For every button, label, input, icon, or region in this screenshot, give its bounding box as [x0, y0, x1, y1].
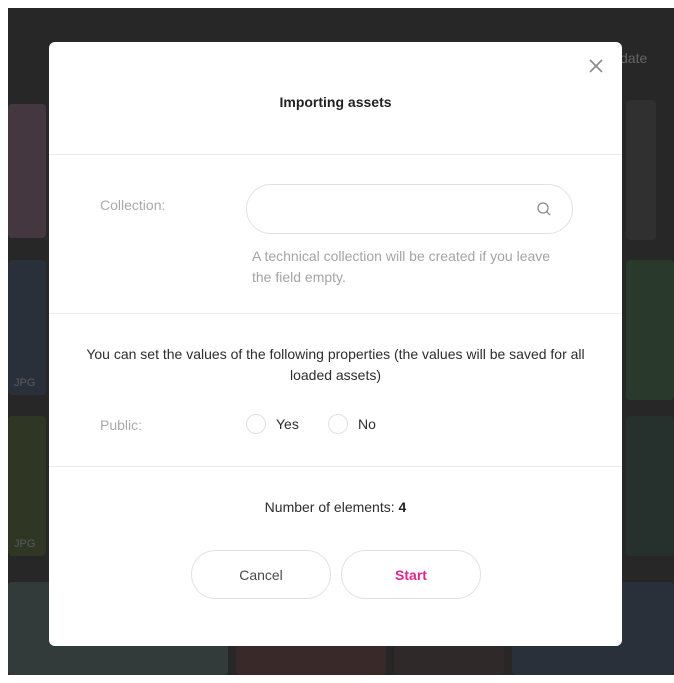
collection-input[interactable] [265, 185, 525, 233]
divider [49, 154, 622, 155]
element-count: Number of elements: 4 [49, 499, 622, 515]
collection-hint: A technical collection will be created i… [252, 248, 551, 285]
close-button[interactable] [586, 56, 606, 76]
public-label: Public: [100, 417, 143, 433]
element-count-value: 4 [398, 499, 407, 515]
search-icon[interactable] [536, 201, 552, 217]
close-icon [589, 59, 603, 73]
public-yes-option[interactable]: Yes [246, 413, 299, 435]
start-button[interactable]: Start [341, 550, 481, 599]
divider [49, 313, 622, 314]
properties-description: You can set the values of the following … [86, 346, 585, 383]
radio-no[interactable] [328, 414, 348, 434]
dialog-title: Importing assets [279, 94, 392, 110]
radio-yes[interactable] [246, 414, 266, 434]
import-assets-dialog: Importing assets Collection: A technical… [49, 42, 622, 646]
divider [49, 466, 622, 467]
collection-search-field[interactable] [246, 184, 573, 234]
public-no-option[interactable]: No [328, 413, 376, 435]
element-count-label: Number of elements: [264, 499, 399, 515]
cancel-button[interactable]: Cancel [191, 550, 331, 599]
radio-no-label: No [358, 416, 376, 432]
radio-yes-label: Yes [276, 416, 299, 432]
collection-label: Collection: [100, 197, 166, 213]
